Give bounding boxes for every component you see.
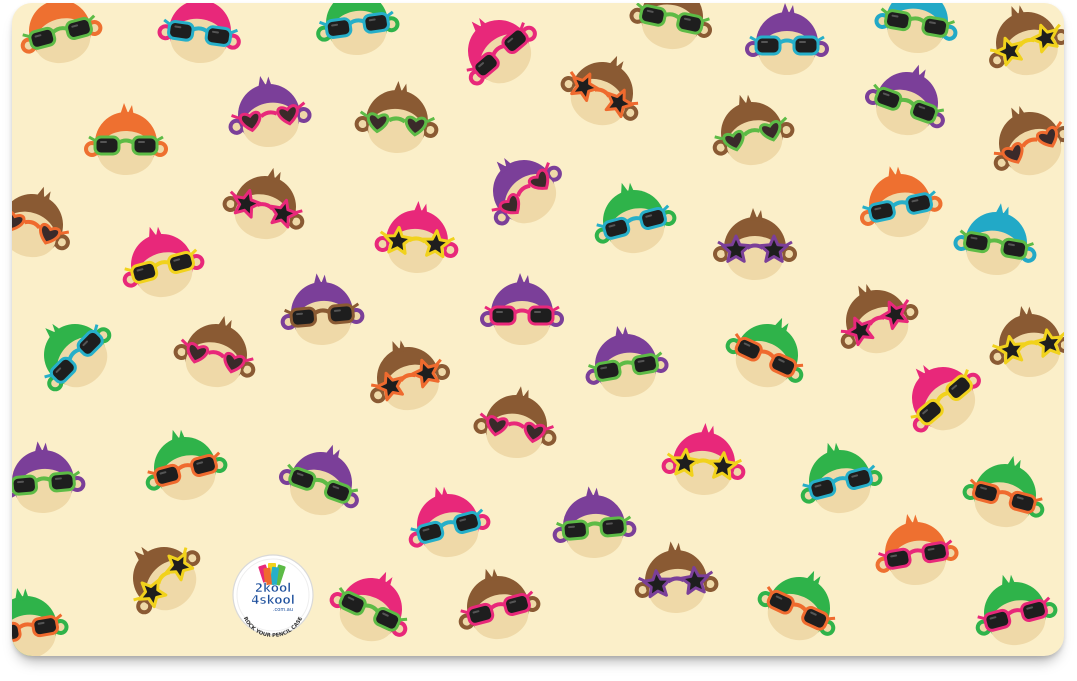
- monkey-face-icon: [278, 444, 359, 516]
- monkey-face-icon: [84, 103, 168, 175]
- monkey-face-icon: [962, 455, 1045, 528]
- pencil-case-pattern: 2kool 4skool .com.au ROCK YOUR PENCIL CA…: [12, 3, 1064, 656]
- monkey-face-icon: [712, 94, 795, 166]
- monkey-face-icon: [993, 106, 1064, 176]
- monkey-face-icon: [408, 486, 491, 558]
- monkey-face-icon: [975, 574, 1058, 646]
- monkey-face-icon: [370, 340, 451, 411]
- monkey-face-icon: [552, 486, 637, 559]
- monkey-face-icon: [480, 273, 564, 345]
- monkey-face-icon: [840, 284, 919, 354]
- monkey-face-icon: [800, 442, 883, 514]
- monkey-face-icon: [228, 75, 312, 148]
- monkey-face-icon: [280, 273, 365, 346]
- monkey-face-icon: [864, 64, 945, 136]
- logo-line-2: 4skool: [251, 593, 295, 607]
- logo-domain: .com.au: [273, 607, 293, 613]
- monkey-face-icon: [629, 3, 713, 50]
- monkey-face-icon: [222, 167, 305, 240]
- monkey-face-icon: [145, 429, 228, 501]
- monkey-face-icon: [374, 200, 459, 274]
- monkey-face-icon: [122, 226, 205, 298]
- monkey-face-icon: [661, 422, 746, 496]
- monkey-face-icon: [12, 186, 70, 258]
- monkey-face-icon: [12, 587, 69, 656]
- monkey-face-icon: [585, 325, 669, 398]
- monkey-face-icon: [329, 571, 408, 642]
- brand-logo: 2kool 4skool .com.au ROCK YOUR PENCIL CA…: [232, 554, 314, 637]
- monkey-face-icon: [316, 3, 400, 56]
- monkey-face-icon: [989, 305, 1064, 378]
- monkey-face-icon: [157, 3, 241, 64]
- monkey-face-icon: [875, 513, 959, 586]
- monkey-face-icon: [953, 203, 1037, 276]
- monkey-face-icon: [725, 317, 804, 388]
- monkey-face-icon: [458, 568, 541, 640]
- monkey-face-icon: [989, 5, 1064, 76]
- monkey-face-icon: [910, 365, 981, 433]
- monkey-face-icon: [757, 570, 836, 641]
- monkey-face-icon: [43, 323, 112, 392]
- monkey-face-icon: [594, 182, 677, 254]
- monkey-face-icon: [874, 3, 958, 54]
- monkey-face-icon: [466, 18, 537, 86]
- monkey-face-icon: [491, 158, 562, 226]
- monkey-face-icon: [745, 3, 829, 75]
- monkey-face-icon: [560, 55, 639, 126]
- monkey-face-icon: [634, 541, 719, 614]
- monkey-face-icon: [473, 386, 557, 459]
- monkey-face-icon: [354, 80, 439, 154]
- monkey-face-icon: [713, 208, 797, 280]
- monkey-face-icon: [133, 546, 201, 615]
- monkey-face-icon: [173, 315, 256, 388]
- monkey-face-icon: [12, 441, 86, 514]
- monkey-pattern: [12, 3, 1064, 656]
- monkey-face-icon: [20, 3, 103, 64]
- monkey-face-icon: [859, 166, 943, 238]
